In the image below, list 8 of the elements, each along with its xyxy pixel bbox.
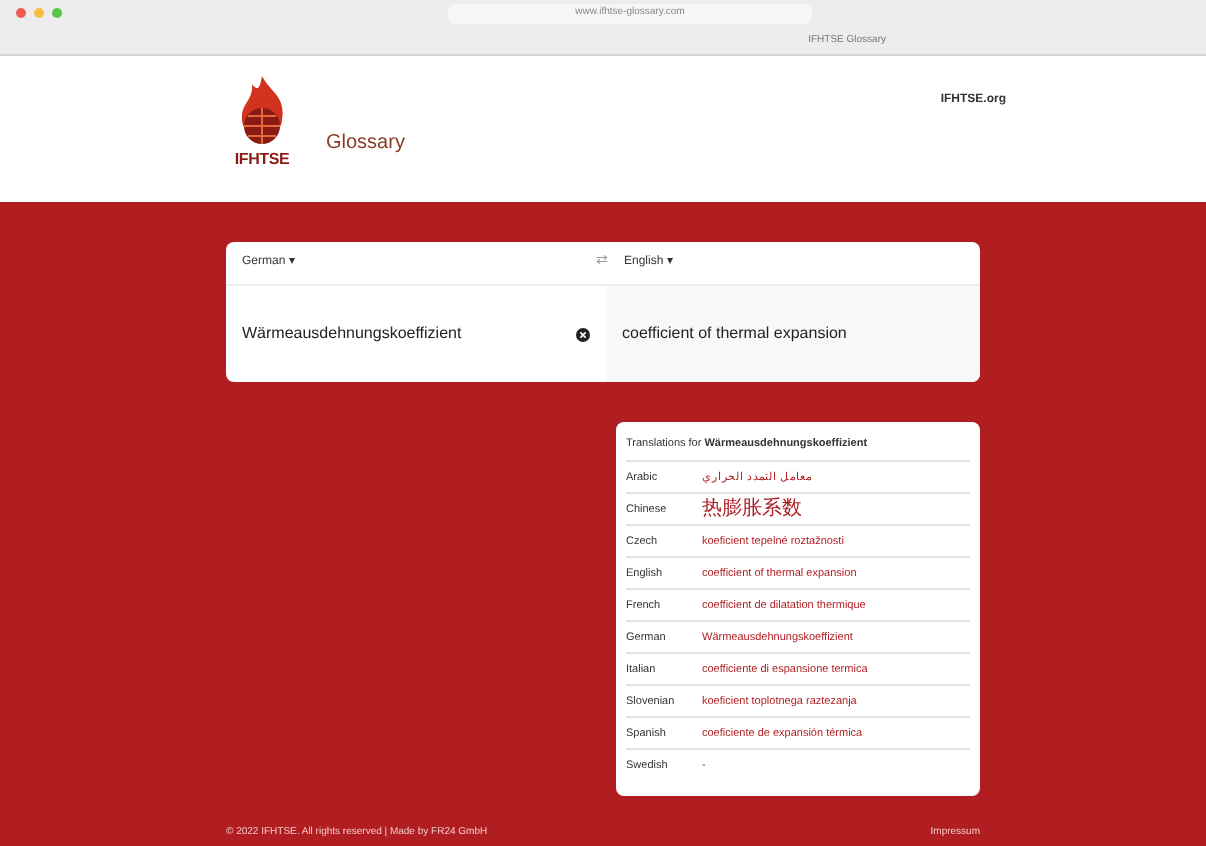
source-term-field[interactable]: Wärmeausdehnungskoeffizient [242, 322, 576, 346]
page-title: Glossary [326, 130, 405, 158]
close-window-icon[interactable] [16, 8, 26, 19]
maximize-window-icon[interactable] [52, 8, 62, 19]
clear-icon[interactable] [576, 327, 590, 341]
translated-term: 热膨胀系数 [702, 495, 802, 525]
minimize-window-icon[interactable] [34, 8, 44, 19]
target-term-field: coefficient of thermal expansion [622, 322, 847, 346]
